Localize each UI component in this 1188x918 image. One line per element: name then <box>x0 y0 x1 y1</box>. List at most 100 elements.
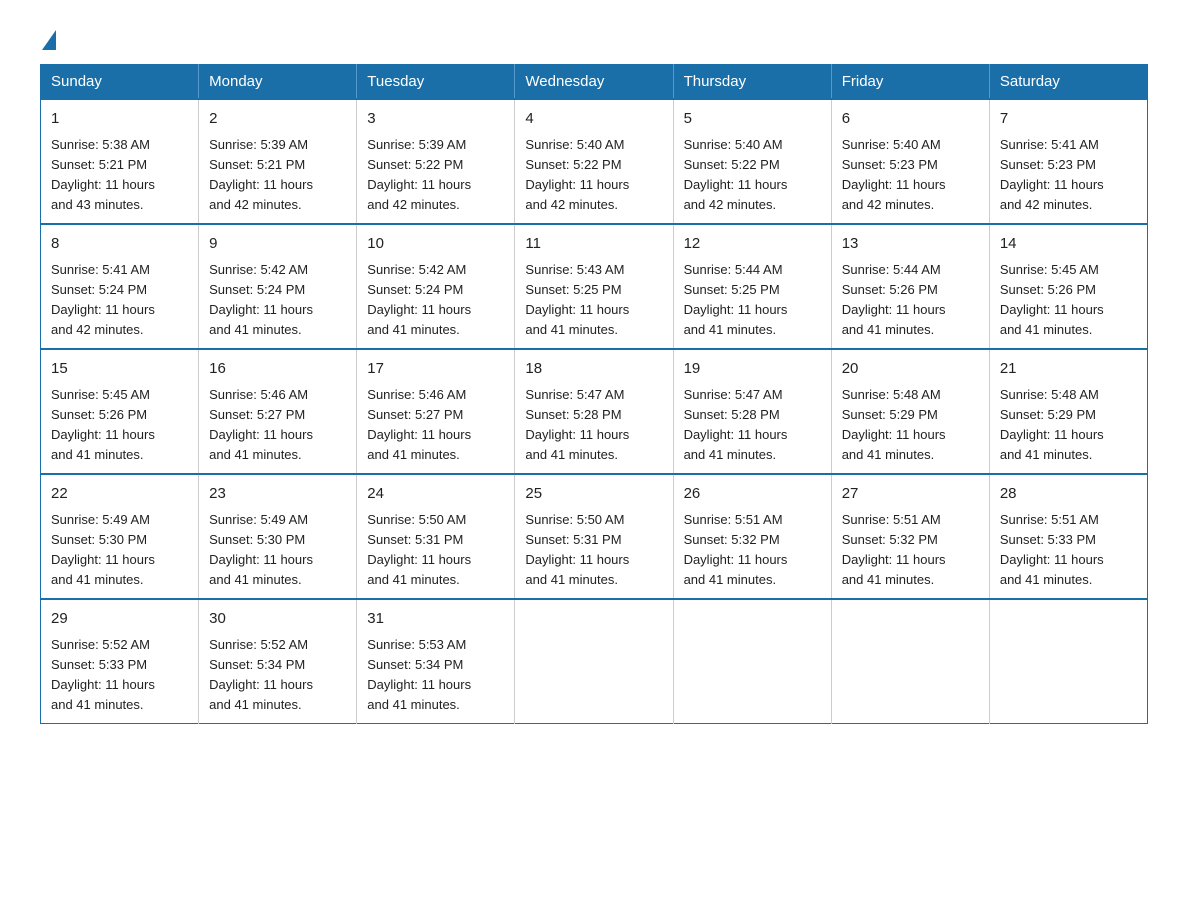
calendar-cell <box>831 599 989 724</box>
day-number: 14 <box>1000 233 1137 256</box>
calendar-cell: 17 Sunrise: 5:46 AMSunset: 5:27 PMDaylig… <box>357 349 515 474</box>
calendar-cell: 20 Sunrise: 5:48 AMSunset: 5:29 PMDaylig… <box>831 349 989 474</box>
day-info: Sunrise: 5:44 AMSunset: 5:25 PMDaylight:… <box>684 262 788 337</box>
weekday-header-wednesday: Wednesday <box>515 65 673 100</box>
calendar-cell: 15 Sunrise: 5:45 AMSunset: 5:26 PMDaylig… <box>41 349 199 474</box>
weekday-header-sunday: Sunday <box>41 65 199 100</box>
day-info: Sunrise: 5:45 AMSunset: 5:26 PMDaylight:… <box>51 387 155 462</box>
calendar-cell: 3 Sunrise: 5:39 AMSunset: 5:22 PMDayligh… <box>357 99 515 224</box>
calendar-cell: 14 Sunrise: 5:45 AMSunset: 5:26 PMDaylig… <box>989 224 1147 349</box>
calendar-cell: 21 Sunrise: 5:48 AMSunset: 5:29 PMDaylig… <box>989 349 1147 474</box>
day-info: Sunrise: 5:53 AMSunset: 5:34 PMDaylight:… <box>367 637 471 712</box>
calendar-week-row: 1 Sunrise: 5:38 AMSunset: 5:21 PMDayligh… <box>41 99 1148 224</box>
day-number: 3 <box>367 108 504 131</box>
weekday-header-tuesday: Tuesday <box>357 65 515 100</box>
calendar-cell: 24 Sunrise: 5:50 AMSunset: 5:31 PMDaylig… <box>357 474 515 599</box>
day-info: Sunrise: 5:47 AMSunset: 5:28 PMDaylight:… <box>525 387 629 462</box>
day-number: 29 <box>51 608 188 631</box>
calendar-cell: 28 Sunrise: 5:51 AMSunset: 5:33 PMDaylig… <box>989 474 1147 599</box>
calendar-week-row: 29 Sunrise: 5:52 AMSunset: 5:33 PMDaylig… <box>41 599 1148 724</box>
day-info: Sunrise: 5:42 AMSunset: 5:24 PMDaylight:… <box>367 262 471 337</box>
weekday-header-monday: Monday <box>199 65 357 100</box>
day-info: Sunrise: 5:40 AMSunset: 5:22 PMDaylight:… <box>525 137 629 212</box>
calendar-cell: 19 Sunrise: 5:47 AMSunset: 5:28 PMDaylig… <box>673 349 831 474</box>
day-number: 23 <box>209 483 346 506</box>
calendar-cell: 9 Sunrise: 5:42 AMSunset: 5:24 PMDayligh… <box>199 224 357 349</box>
day-number: 4 <box>525 108 662 131</box>
day-number: 17 <box>367 358 504 381</box>
day-info: Sunrise: 5:39 AMSunset: 5:22 PMDaylight:… <box>367 137 471 212</box>
calendar-cell: 22 Sunrise: 5:49 AMSunset: 5:30 PMDaylig… <box>41 474 199 599</box>
calendar-week-row: 8 Sunrise: 5:41 AMSunset: 5:24 PMDayligh… <box>41 224 1148 349</box>
day-number: 27 <box>842 483 979 506</box>
day-number: 21 <box>1000 358 1137 381</box>
calendar-cell: 1 Sunrise: 5:38 AMSunset: 5:21 PMDayligh… <box>41 99 199 224</box>
calendar-cell: 8 Sunrise: 5:41 AMSunset: 5:24 PMDayligh… <box>41 224 199 349</box>
calendar-cell: 18 Sunrise: 5:47 AMSunset: 5:28 PMDaylig… <box>515 349 673 474</box>
day-number: 12 <box>684 233 821 256</box>
day-number: 25 <box>525 483 662 506</box>
calendar-cell: 5 Sunrise: 5:40 AMSunset: 5:22 PMDayligh… <box>673 99 831 224</box>
day-info: Sunrise: 5:48 AMSunset: 5:29 PMDaylight:… <box>842 387 946 462</box>
day-info: Sunrise: 5:46 AMSunset: 5:27 PMDaylight:… <box>209 387 313 462</box>
day-number: 10 <box>367 233 504 256</box>
day-info: Sunrise: 5:44 AMSunset: 5:26 PMDaylight:… <box>842 262 946 337</box>
calendar-cell: 25 Sunrise: 5:50 AMSunset: 5:31 PMDaylig… <box>515 474 673 599</box>
calendar-week-row: 15 Sunrise: 5:45 AMSunset: 5:26 PMDaylig… <box>41 349 1148 474</box>
weekday-header-friday: Friday <box>831 65 989 100</box>
day-info: Sunrise: 5:50 AMSunset: 5:31 PMDaylight:… <box>525 512 629 587</box>
day-info: Sunrise: 5:43 AMSunset: 5:25 PMDaylight:… <box>525 262 629 337</box>
day-number: 26 <box>684 483 821 506</box>
calendar-header: SundayMondayTuesdayWednesdayThursdayFrid… <box>41 65 1148 100</box>
day-number: 5 <box>684 108 821 131</box>
day-info: Sunrise: 5:42 AMSunset: 5:24 PMDaylight:… <box>209 262 313 337</box>
day-info: Sunrise: 5:51 AMSunset: 5:33 PMDaylight:… <box>1000 512 1104 587</box>
day-number: 18 <box>525 358 662 381</box>
day-number: 16 <box>209 358 346 381</box>
calendar-cell <box>673 599 831 724</box>
day-info: Sunrise: 5:51 AMSunset: 5:32 PMDaylight:… <box>842 512 946 587</box>
calendar-cell: 23 Sunrise: 5:49 AMSunset: 5:30 PMDaylig… <box>199 474 357 599</box>
day-info: Sunrise: 5:41 AMSunset: 5:24 PMDaylight:… <box>51 262 155 337</box>
day-info: Sunrise: 5:51 AMSunset: 5:32 PMDaylight:… <box>684 512 788 587</box>
weekday-header-row: SundayMondayTuesdayWednesdayThursdayFrid… <box>41 65 1148 100</box>
day-info: Sunrise: 5:38 AMSunset: 5:21 PMDaylight:… <box>51 137 155 212</box>
day-info: Sunrise: 5:52 AMSunset: 5:33 PMDaylight:… <box>51 637 155 712</box>
day-info: Sunrise: 5:49 AMSunset: 5:30 PMDaylight:… <box>209 512 313 587</box>
calendar-body: 1 Sunrise: 5:38 AMSunset: 5:21 PMDayligh… <box>41 99 1148 724</box>
day-info: Sunrise: 5:41 AMSunset: 5:23 PMDaylight:… <box>1000 137 1104 212</box>
day-number: 28 <box>1000 483 1137 506</box>
calendar-cell <box>515 599 673 724</box>
day-number: 7 <box>1000 108 1137 131</box>
day-number: 2 <box>209 108 346 131</box>
day-number: 8 <box>51 233 188 256</box>
day-info: Sunrise: 5:47 AMSunset: 5:28 PMDaylight:… <box>684 387 788 462</box>
day-number: 13 <box>842 233 979 256</box>
calendar-cell: 16 Sunrise: 5:46 AMSunset: 5:27 PMDaylig… <box>199 349 357 474</box>
day-number: 20 <box>842 358 979 381</box>
day-info: Sunrise: 5:50 AMSunset: 5:31 PMDaylight:… <box>367 512 471 587</box>
day-info: Sunrise: 5:40 AMSunset: 5:23 PMDaylight:… <box>842 137 946 212</box>
calendar-cell: 13 Sunrise: 5:44 AMSunset: 5:26 PMDaylig… <box>831 224 989 349</box>
logo-triangle-icon <box>42 30 56 50</box>
day-number: 24 <box>367 483 504 506</box>
calendar-cell: 12 Sunrise: 5:44 AMSunset: 5:25 PMDaylig… <box>673 224 831 349</box>
day-info: Sunrise: 5:49 AMSunset: 5:30 PMDaylight:… <box>51 512 155 587</box>
calendar-cell: 26 Sunrise: 5:51 AMSunset: 5:32 PMDaylig… <box>673 474 831 599</box>
day-number: 15 <box>51 358 188 381</box>
calendar-cell: 4 Sunrise: 5:40 AMSunset: 5:22 PMDayligh… <box>515 99 673 224</box>
day-info: Sunrise: 5:39 AMSunset: 5:21 PMDaylight:… <box>209 137 313 212</box>
calendar-cell: 27 Sunrise: 5:51 AMSunset: 5:32 PMDaylig… <box>831 474 989 599</box>
day-number: 31 <box>367 608 504 631</box>
calendar-cell: 29 Sunrise: 5:52 AMSunset: 5:33 PMDaylig… <box>41 599 199 724</box>
calendar-week-row: 22 Sunrise: 5:49 AMSunset: 5:30 PMDaylig… <box>41 474 1148 599</box>
calendar-cell <box>989 599 1147 724</box>
weekday-header-thursday: Thursday <box>673 65 831 100</box>
calendar-cell: 6 Sunrise: 5:40 AMSunset: 5:23 PMDayligh… <box>831 99 989 224</box>
day-info: Sunrise: 5:46 AMSunset: 5:27 PMDaylight:… <box>367 387 471 462</box>
calendar-table: SundayMondayTuesdayWednesdayThursdayFrid… <box>40 64 1148 724</box>
logo <box>40 30 58 44</box>
calendar-cell: 31 Sunrise: 5:53 AMSunset: 5:34 PMDaylig… <box>357 599 515 724</box>
calendar-cell: 7 Sunrise: 5:41 AMSunset: 5:23 PMDayligh… <box>989 99 1147 224</box>
day-info: Sunrise: 5:45 AMSunset: 5:26 PMDaylight:… <box>1000 262 1104 337</box>
